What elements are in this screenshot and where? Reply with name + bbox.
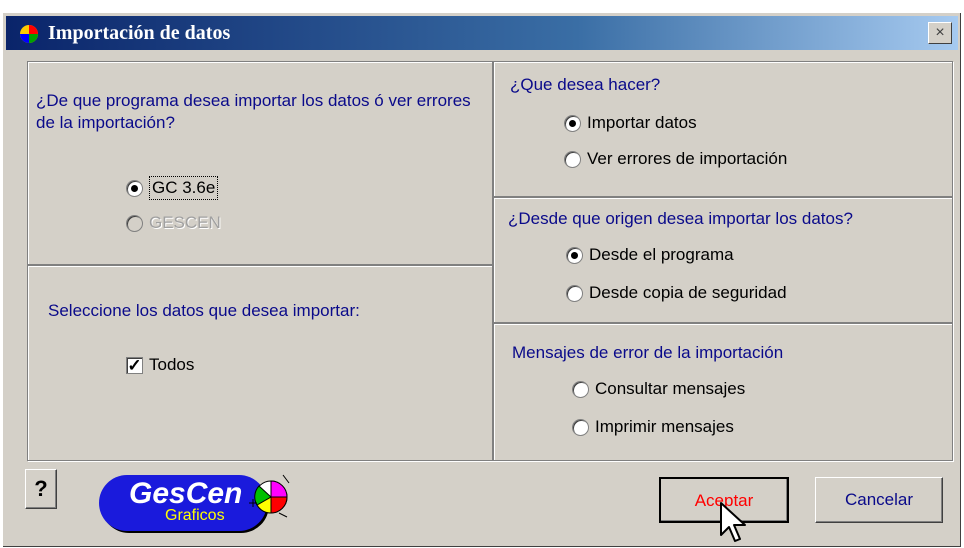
gescen-logo: GesCen Graficos [99, 473, 290, 535]
title-bar: Importación de datos × [6, 16, 958, 50]
checkbox-todos[interactable]: ✓ Todos [126, 354, 194, 376]
data-question: Seleccione los datos que desea importar: [48, 301, 360, 320]
radio-print-messages[interactable]: Imprimir mensajes [572, 416, 734, 438]
mouse-cursor-icon [720, 502, 746, 542]
app-icon [20, 25, 38, 43]
radio-from-backup[interactable]: Desde copia de seguridad [566, 282, 787, 304]
action-panel: ¿Que desea hacer? Importar datos Ver err… [493, 61, 953, 197]
option-label: Desde el programa [589, 245, 734, 264]
radio-gescen: GESCEN [126, 212, 221, 234]
pie-chart-icon [249, 474, 290, 518]
radio-button[interactable] [126, 179, 143, 197]
close-button[interactable]: × [928, 22, 952, 44]
window-title: Importación de datos [48, 22, 231, 44]
option-label: Ver errores de importación [587, 149, 788, 168]
radio-button[interactable] [564, 114, 581, 132]
radio-button[interactable] [566, 284, 583, 302]
messages-question: Mensajes de error de la importación [512, 343, 784, 362]
option-label: GESCEN [149, 213, 221, 232]
radio-button [126, 214, 143, 232]
option-label: GC 3.6e [149, 176, 219, 200]
messages-panel: Mensajes de error de la importación Cons… [493, 323, 953, 461]
radio-view-errors[interactable]: Ver errores de importación [564, 148, 787, 170]
origin-question: ¿Desde que origen desea importar los dat… [508, 209, 853, 228]
logo-text: GesCen [129, 477, 243, 510]
option-label: Importar datos [587, 113, 697, 132]
radio-button[interactable] [564, 150, 581, 168]
program-question: ¿De que programa desea importar los dato… [36, 91, 471, 132]
help-button[interactable]: ? [25, 469, 57, 509]
radio-gc36e[interactable]: GC 3.6e [126, 176, 219, 200]
action-question: ¿Que desea hacer? [510, 75, 661, 94]
radio-from-program[interactable]: Desde el programa [566, 244, 734, 266]
program-panel: ¿De que programa desea importar los dato… [27, 61, 493, 265]
radio-import-data[interactable]: Importar datos [564, 112, 697, 134]
checkbox[interactable]: ✓ [126, 356, 143, 374]
option-label: Consultar mensajes [595, 379, 746, 398]
cancel-button[interactable]: Cancelar [815, 477, 943, 523]
logo-subtext: Graficos [165, 507, 225, 524]
checkbox-label: Todos [149, 355, 195, 374]
radio-consult-messages[interactable]: Consultar mensajes [572, 378, 745, 400]
import-dialog: Importación de datos × ¿De que programa … [2, 12, 962, 548]
radio-button[interactable] [566, 246, 583, 264]
option-label: Imprimir mensajes [595, 417, 734, 436]
data-panel: Seleccione los datos que desea importar:… [27, 265, 493, 461]
origin-panel: ¿Desde que origen desea importar los dat… [493, 197, 953, 323]
radio-button[interactable] [572, 380, 589, 398]
option-label: Desde copia de seguridad [589, 283, 787, 302]
radio-button[interactable] [572, 418, 589, 436]
